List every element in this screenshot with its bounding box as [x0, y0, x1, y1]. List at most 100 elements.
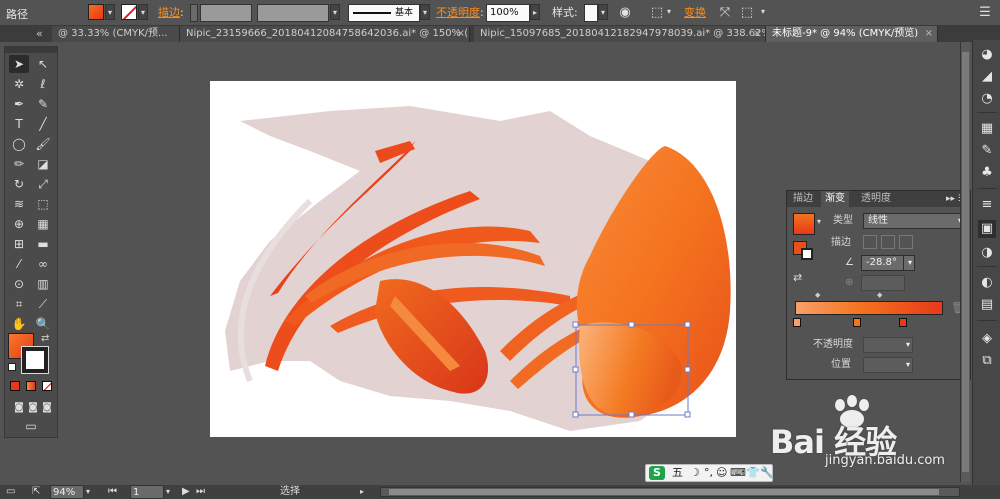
- stroke-weight-stepper[interactable]: [190, 4, 198, 22]
- artboard-dropdown-arrow[interactable]: ▾: [166, 485, 170, 499]
- ime-halfwidth-icon[interactable]: ☽: [690, 465, 700, 481]
- brushes-icon[interactable]: ✎: [978, 142, 996, 160]
- tab-transparency[interactable]: 透明度: [857, 191, 895, 207]
- transform-link[interactable]: 变换: [684, 4, 706, 22]
- recolor-artwork-icon[interactable]: ◉: [616, 4, 634, 22]
- stroke-label[interactable]: 描边: [158, 4, 180, 22]
- tab-doc-2[interactable]: Nipic_23159666_20180412084758642036.ai* …: [180, 26, 470, 42]
- shape-builder-tool-icon[interactable]: ⊕: [9, 215, 29, 233]
- more-options-arrow[interactable]: ▾: [758, 4, 768, 20]
- direct-selection-tool-icon[interactable]: ↖: [33, 55, 53, 73]
- slice-tool-icon[interactable]: ⟋: [33, 295, 53, 313]
- toolbox-grip[interactable]: [5, 47, 57, 53]
- color-guide-icon[interactable]: ◢: [978, 68, 996, 86]
- panel-menu-icon[interactable]: ☰: [976, 4, 994, 22]
- gradient-panel-icon[interactable]: ▣: [978, 220, 996, 238]
- ime-logo[interactable]: S: [649, 466, 665, 480]
- eraser-tool-icon[interactable]: ◪: [33, 155, 53, 173]
- stroke-color-swatch[interactable]: [121, 4, 137, 20]
- eyedropper-tool-icon[interactable]: ⁄: [9, 255, 29, 273]
- close-icon[interactable]: ×: [925, 26, 933, 42]
- opacity-label[interactable]: 不透明度: [436, 4, 480, 22]
- ellipse-tool-icon[interactable]: ◯: [9, 135, 29, 153]
- reverse-gradient-icon[interactable]: ⇄: [793, 271, 802, 284]
- rotate-tool-icon[interactable]: ↻: [9, 175, 29, 193]
- stop-opacity-input[interactable]: ▾: [863, 337, 913, 353]
- artboard-number-input[interactable]: 1: [130, 485, 164, 499]
- tab-doc-1[interactable]: @ 33.33% (CMYK/预...: [52, 26, 180, 42]
- artboard-canvas[interactable]: [210, 81, 736, 437]
- tab-scroll-left[interactable]: «: [36, 26, 43, 42]
- scale-tool-icon[interactable]: ⤢: [33, 175, 53, 193]
- lasso-tool-icon[interactable]: ℓ: [33, 75, 53, 93]
- swap-fill-stroke-icon[interactable]: ⇄: [41, 333, 49, 344]
- close-icon[interactable]: ×: [457, 26, 465, 42]
- opacity-input[interactable]: 100%: [486, 4, 530, 22]
- gradient-tool-icon[interactable]: ▬: [33, 235, 53, 253]
- last-artboard-icon[interactable]: ⏭: [196, 485, 205, 499]
- align-dropdown-arrow[interactable]: ▾: [664, 4, 674, 20]
- paintbrush-tool-icon[interactable]: 🖌: [33, 135, 53, 153]
- horizontal-scrollbar[interactable]: [380, 487, 960, 497]
- width-tool-icon[interactable]: ≋: [9, 195, 29, 213]
- brush-dropdown-arrow[interactable]: ▾: [420, 4, 430, 20]
- stop-position-input[interactable]: ▾: [863, 357, 913, 373]
- stroke-gradient-along-icon[interactable]: [881, 235, 895, 249]
- appearance-icon[interactable]: ◐: [978, 274, 996, 292]
- graphic-style-swatch[interactable]: [584, 4, 598, 22]
- symbols-icon[interactable]: ♣: [978, 164, 996, 182]
- arrange-icon[interactable]: ⬚: [738, 4, 756, 22]
- variable-width-select[interactable]: [257, 4, 329, 22]
- midpoint-diamond[interactable]: ◆: [815, 291, 820, 299]
- stroke-mini-swatch[interactable]: [801, 248, 813, 260]
- line-tool-icon[interactable]: ╱: [33, 115, 53, 133]
- tab-gradient[interactable]: 渐变: [821, 191, 849, 207]
- color-stop-start[interactable]: [793, 318, 801, 327]
- angle-input[interactable]: -28.8°: [861, 255, 905, 271]
- swatches-icon[interactable]: ▦: [978, 120, 996, 138]
- midpoint-diamond[interactable]: ◆: [877, 291, 882, 299]
- draw-inside-icon[interactable]: ◙: [37, 399, 57, 417]
- gradient-slider[interactable]: [795, 301, 943, 315]
- screen-mode-icon[interactable]: ▭: [21, 417, 41, 435]
- perspective-grid-tool-icon[interactable]: ▦: [33, 215, 53, 233]
- tab-doc-3[interactable]: Nipic_15097685_20180412182947978039.ai* …: [474, 26, 766, 42]
- default-colors-icon[interactable]: [8, 363, 16, 371]
- artboard-tool-icon[interactable]: ⌗: [9, 295, 29, 313]
- tab-doc-active[interactable]: 未标题-9* @ 94% (CMYK/预览) ×: [766, 26, 938, 42]
- pencil-tool-icon[interactable]: ✏: [9, 155, 29, 173]
- isolate-icon[interactable]: ⤧: [716, 4, 734, 22]
- none-mode-icon[interactable]: [42, 381, 52, 391]
- gradient-preset-arrow[interactable]: ▾: [817, 217, 821, 226]
- aspect-ratio-input[interactable]: [861, 275, 905, 291]
- stroke-swatch[interactable]: [21, 346, 49, 374]
- color-mode-icon[interactable]: [10, 381, 20, 391]
- vertical-scrollbar[interactable]: [960, 42, 970, 482]
- gradient-mode-icon[interactable]: [26, 381, 36, 391]
- fill-dropdown-arrow[interactable]: ▾: [105, 4, 115, 20]
- selection-tool-icon[interactable]: ➤: [9, 55, 29, 73]
- symbol-sprayer-tool-icon[interactable]: ⊙: [9, 275, 29, 293]
- tab-stroke[interactable]: 描边: [789, 191, 817, 207]
- export-icon[interactable]: ⇱: [32, 485, 40, 499]
- graphic-styles-icon[interactable]: ▤: [978, 296, 996, 314]
- color-panel-icon[interactable]: ◕: [978, 46, 996, 64]
- brush-select[interactable]: 基本: [348, 4, 420, 22]
- artboards-icon[interactable]: ⧉: [978, 352, 996, 370]
- type-tool-icon[interactable]: T: [9, 115, 29, 133]
- blend-tool-icon[interactable]: ∞: [33, 255, 53, 273]
- ime-emoji-icon[interactable]: ☺: [716, 465, 727, 481]
- stroke-panel-icon[interactable]: ≡: [978, 196, 996, 214]
- transparency-icon[interactable]: ◑: [978, 244, 996, 262]
- magic-wand-tool-icon[interactable]: ✲: [9, 75, 29, 93]
- ime-punctuation-icon[interactable]: °,: [704, 465, 713, 481]
- graphic-style-arrow[interactable]: ▾: [598, 4, 608, 20]
- gradient-preview-swatch[interactable]: [793, 213, 815, 235]
- stroke-weight-input[interactable]: [200, 4, 252, 22]
- zoom-dropdown-arrow[interactable]: ▾: [86, 485, 90, 499]
- ime-mode[interactable]: 五: [672, 465, 683, 481]
- gradient-type-select[interactable]: 线性 ▾: [863, 213, 965, 229]
- zoom-tool-icon[interactable]: 🔍: [33, 315, 53, 333]
- first-artboard-icon[interactable]: ⏮: [108, 485, 117, 499]
- zoom-select[interactable]: 94%: [50, 485, 84, 499]
